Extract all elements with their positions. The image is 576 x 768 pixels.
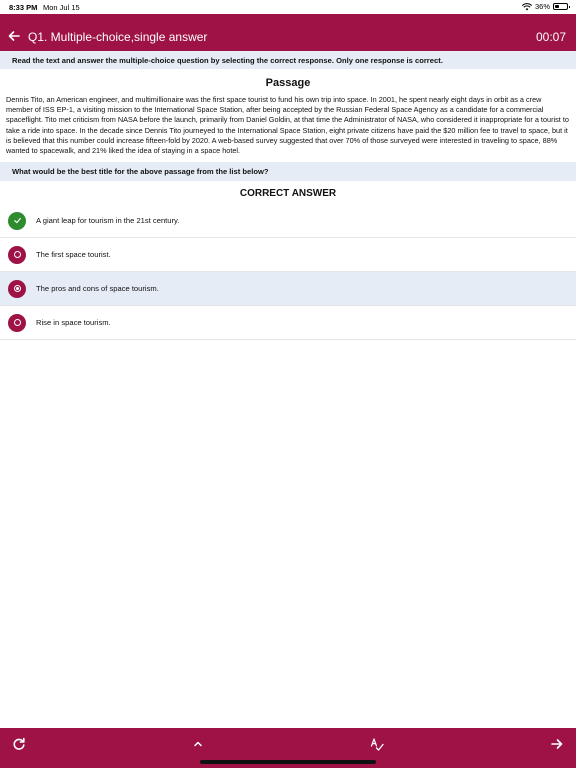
spellcheck-icon[interactable] [369, 736, 385, 752]
battery-fill [555, 5, 559, 8]
option-label: Rise in space tourism. [36, 318, 111, 327]
radio-icon[interactable] [8, 245, 26, 264]
question-text: What would be the best title for the abo… [0, 162, 576, 181]
status-bar: 8:33 PM Mon Jul 15 36% [0, 0, 576, 14]
status-right: 36% [521, 2, 570, 11]
option-item[interactable]: The first space tourist. [0, 238, 576, 272]
wifi-icon [521, 2, 532, 10]
question-title: Q1. Multiple-choice,single answer [28, 30, 208, 44]
timer: 00:07 [535, 30, 566, 44]
battery-percent: 36% [534, 2, 550, 11]
check-icon [8, 211, 26, 230]
option-item[interactable]: A giant leap for tourism in the 21st cen… [0, 204, 576, 238]
battery-icon [553, 3, 570, 10]
options-list: A giant leap for tourism in the 21st cen… [0, 204, 576, 340]
instruction-banner: Read the text and answer the multiple-ch… [0, 51, 576, 69]
option-label: The pros and cons of space tourism. [36, 284, 159, 293]
option-label: A giant leap for tourism in the 21st cen… [36, 216, 180, 225]
home-indicator[interactable] [200, 760, 376, 764]
option-label: The first space tourist. [36, 250, 111, 259]
correct-answer-title: CORRECT ANSWER [239, 188, 337, 199]
refresh-icon[interactable] [11, 736, 27, 752]
arrow-left-icon[interactable] [6, 28, 22, 44]
option-item[interactable]: Rise in space tourism. [0, 306, 576, 340]
passage-title: Passage [265, 77, 311, 89]
radio-checked-icon[interactable] [8, 279, 26, 298]
status-date: Mon Jul 15 [43, 3, 80, 12]
passage-text: Dennis Tito, an American engineer, and m… [6, 95, 569, 156]
chevron-up-icon[interactable] [190, 736, 206, 752]
arrow-right-icon[interactable] [549, 736, 565, 752]
radio-icon[interactable] [8, 313, 26, 332]
option-item[interactable]: The pros and cons of space tourism. [0, 272, 576, 306]
status-time: 8:33 PM [9, 3, 38, 12]
